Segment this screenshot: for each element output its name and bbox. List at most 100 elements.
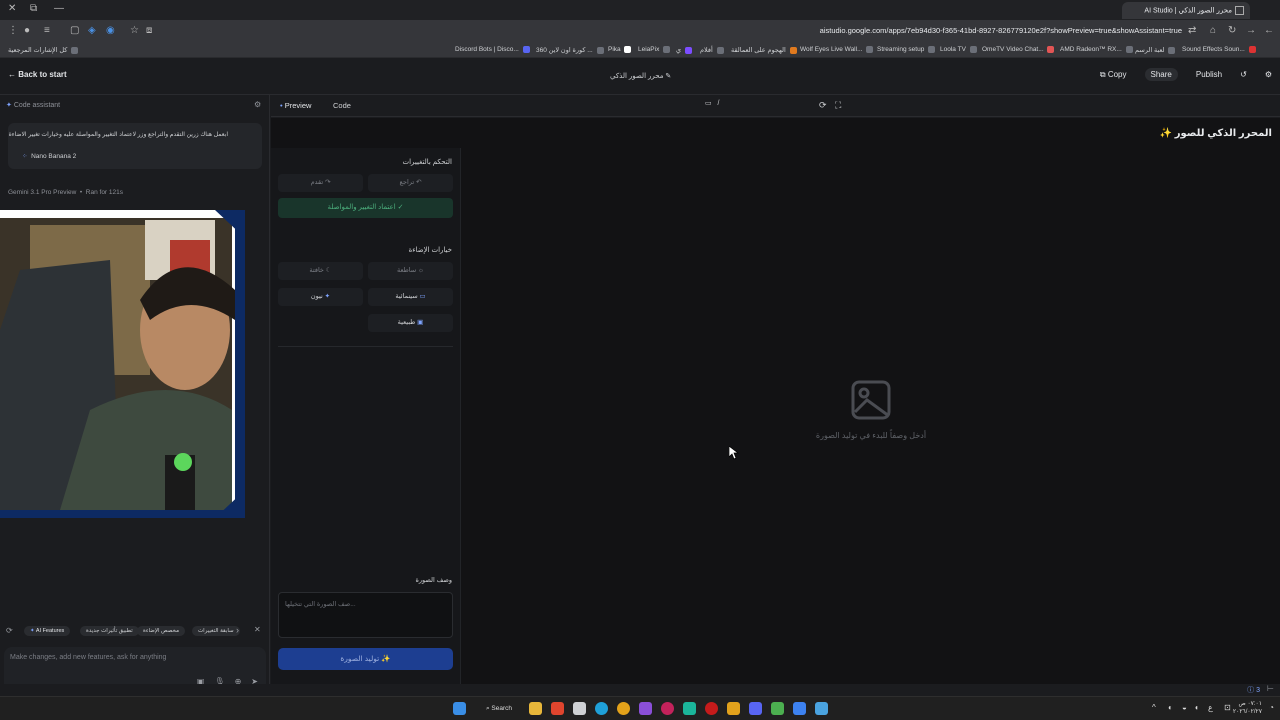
app-icon[interactable] (793, 702, 806, 715)
browser-tab[interactable]: محرر الصور الذكي | AI Studio (1122, 2, 1250, 19)
edge-icon[interactable] (595, 702, 608, 715)
bookmark-item[interactable]: Loola TV (940, 46, 977, 53)
minimize-icon[interactable]: — (54, 3, 64, 14)
bookmark-item[interactable]: Discord Bots | Disco... (455, 46, 530, 53)
reload-icon[interactable]: ↻ (1228, 25, 1236, 36)
file-explorer-icon[interactable] (529, 702, 542, 715)
restore-icon[interactable]: ⧉ (30, 3, 37, 14)
tab-code[interactable]: Code (333, 101, 351, 110)
refresh-suggestions-icon[interactable]: ⟳ (6, 626, 13, 635)
app-title[interactable]: محرر الصور الذكي ✎ (610, 72, 671, 80)
install-app-icon[interactable]: ⧈ (146, 25, 152, 36)
volume-icon[interactable]: ◖ (1194, 703, 1199, 712)
app-icon[interactable] (683, 702, 696, 715)
edit-pencil-icon[interactable]: ✎ (665, 73, 671, 80)
history-icon[interactable]: ↺ (1240, 70, 1247, 81)
notification-count[interactable]: ⓘ 3 (1247, 685, 1260, 695)
undo-button[interactable]: ↶ تراجع (368, 174, 453, 192)
windows-start-icon[interactable] (453, 702, 466, 715)
lighting-section-title: خيارات الإضاءة (408, 247, 452, 254)
tray-discord-icon[interactable]: ◐ (1168, 703, 1173, 712)
publish-button[interactable]: Publish (1196, 70, 1222, 81)
chevron-right-icon[interactable]: › (236, 625, 239, 635)
generate-image-button[interactable]: ✨ توليد الصورة (278, 648, 453, 670)
fullscreen-icon[interactable]: ⛶ (835, 100, 841, 111)
app-icon[interactable] (771, 702, 784, 715)
network-icon[interactable]: ⊡ (1224, 703, 1231, 712)
user-message-text: ابعمل هناك زرين التقدم والتراجع وزر لاعت… (8, 132, 228, 138)
tab-search-icon[interactable]: ▢ (70, 25, 79, 36)
status-bar: ⓘ 3 ⊢ (0, 684, 1280, 696)
brave-icon[interactable] (551, 702, 564, 715)
back-icon[interactable]: ← (1264, 25, 1274, 36)
menu-dots-icon[interactable]: ⋮ (8, 25, 18, 36)
close-suggestions-icon[interactable]: ✕ (254, 625, 261, 634)
settings-gear-icon[interactable]: ⚙ (1265, 70, 1272, 81)
share-button[interactable]: Share (1144, 68, 1178, 81)
description-textarea[interactable]: صف الصورة التي تتخيلها... (278, 592, 453, 638)
extensions-icon[interactable]: ≡ (44, 25, 50, 36)
model-run-info: Gemini 3.1 Pro Preview • Ran for 121s (8, 189, 123, 196)
taskbar: ⌕ Search ^ ◐ ◒ ◖ ع ⊡ ٠٧:٠١ ص ٢٠٢٦/٠٢/٢٧ ◔ (0, 696, 1280, 720)
close-window-icon[interactable]: ✕ (8, 3, 16, 14)
lighting-bright-button[interactable]: ☼ ساطعة (368, 262, 453, 280)
magic-sparkle-icon: ✨ (381, 654, 391, 663)
chip-ai-features[interactable]: ✦ AI Features (24, 626, 71, 636)
app-icon[interactable] (705, 702, 718, 715)
redo-button[interactable]: ↷ تقدم (278, 174, 363, 192)
lighting-natural-button[interactable]: ▣ طبيعية (368, 314, 453, 332)
arrow-left-icon: ← (8, 70, 16, 79)
wifi-icon[interactable]: ◒ (1182, 703, 1187, 712)
image-placeholder-icon (851, 380, 891, 420)
lighting-cinematic-button[interactable]: ▭ سينمائية (368, 288, 453, 306)
url-field[interactable]: aistudio.google.com/apps/7eb94d30-f365-4… (820, 26, 1182, 35)
back-to-start-button[interactable]: ← Back to start (8, 70, 67, 79)
expand-icon[interactable]: ⊢ (1267, 684, 1274, 693)
bookmark-item[interactable]: Pika (608, 46, 632, 53)
app-icon[interactable] (639, 702, 652, 715)
chrome-icon[interactable] (617, 702, 630, 715)
bookmark-item[interactable]: AMD Radeon™ RX... (1060, 46, 1133, 53)
translate-icon[interactable]: ⇄ (1188, 25, 1196, 36)
home-icon[interactable]: ⌂ (1210, 25, 1216, 36)
bookmark-star-icon[interactable]: ☆ (130, 25, 139, 36)
clock[interactable]: ٠٧:٠١ ص ٢٠٢٦/٠٢/٢٧ (1233, 700, 1262, 716)
refresh-preview-icon[interactable]: ⟳ (819, 100, 827, 111)
assistant-settings-icon[interactable]: ⚙ (254, 100, 261, 109)
bell-icon[interactable]: ◔ (1269, 703, 1274, 712)
profile-icon[interactable]: ● (24, 25, 30, 36)
bookmark-item[interactable]: Sound Effects Soun... (1182, 46, 1256, 53)
notepad-icon[interactable] (815, 702, 828, 715)
store-icon[interactable] (573, 702, 586, 715)
chip-lighting[interactable]: مخصص الإضاءة (137, 626, 186, 636)
copy-button[interactable]: ⧉ Copy (1100, 70, 1127, 81)
language-icon[interactable]: ع (1208, 703, 1213, 712)
device-icon[interactable]: ▭ (705, 100, 712, 107)
bookmark-item[interactable]: LeiaPix (638, 46, 671, 53)
opera-icon[interactable] (661, 702, 674, 715)
lighting-dim-button[interactable]: ☾ خافتة (278, 262, 363, 280)
taskbar-search[interactable]: ⌕ Search (478, 702, 520, 716)
discord-icon[interactable] (749, 702, 762, 715)
bookmark-item[interactable]: Wolf Eyes Live Wall... (800, 46, 874, 53)
tray-chevron-icon[interactable]: ^ (1152, 703, 1156, 712)
bookmark-item[interactable]: لعبة الرسم (1135, 46, 1176, 54)
bookmark-item[interactable]: Streaming setup (877, 46, 936, 53)
bookmark-item[interactable]: ي (676, 46, 692, 54)
bookmark-item[interactable]: الهجوم على العمالقة (731, 46, 797, 54)
chip-history[interactable]: سابقة التغييرات (192, 626, 240, 636)
tab-preview[interactable]: • Preview (280, 101, 311, 110)
chip-new-effects[interactable]: تطبيق تأثيرات جديدة (80, 626, 139, 636)
bookmark-all[interactable]: كل الإشارات المرجعية (8, 46, 79, 54)
extension-circle-icon[interactable]: ◉ (106, 25, 115, 36)
forward-icon[interactable]: → (1246, 25, 1256, 36)
tab-favicon-icon (1235, 6, 1244, 15)
bookmark-item[interactable]: 360 كورة اون لاين ... (536, 46, 604, 54)
bookmark-item[interactable]: أفلام (700, 46, 724, 54)
app-icon[interactable] (727, 702, 740, 715)
extension-blue-icon[interactable]: ◈ (88, 25, 96, 36)
lighting-neon-button[interactable]: ✦ نيون (278, 288, 363, 306)
bookmark-item[interactable]: OmeTV Video Chat... (982, 46, 1055, 53)
prompt-placeholder: Make changes, add new features, ask for … (10, 654, 167, 661)
approve-continue-button[interactable]: ✓ اعتماد التغيير والمواصلة (278, 198, 453, 218)
